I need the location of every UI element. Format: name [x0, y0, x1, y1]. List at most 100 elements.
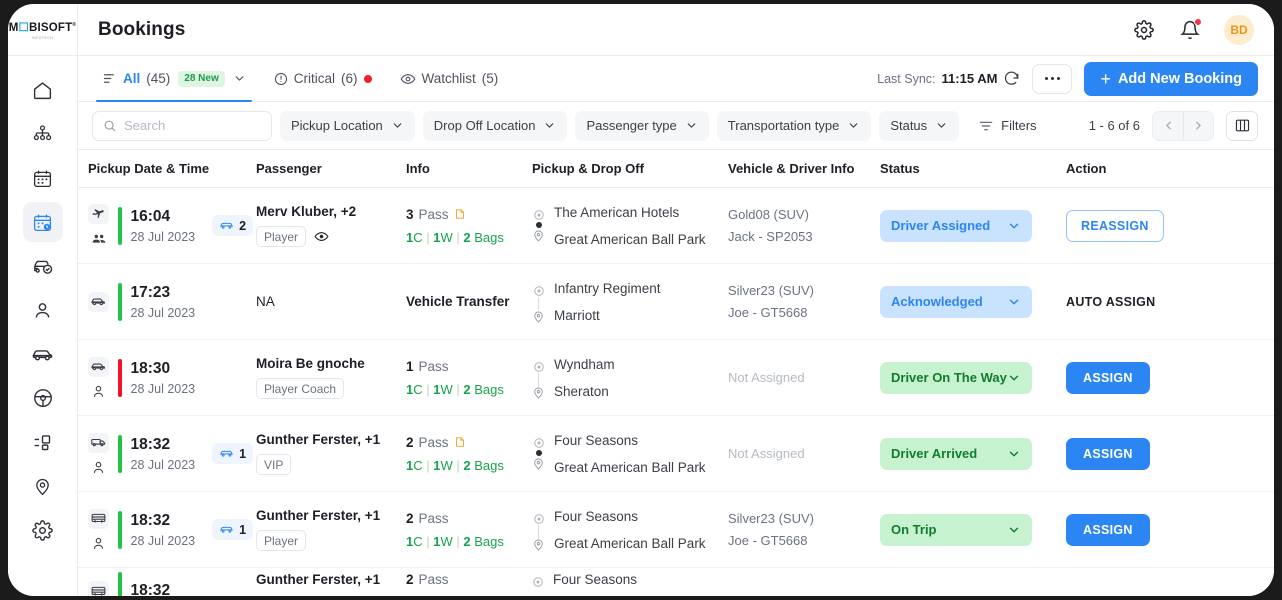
- filter-pickup-location[interactable]: Pickup Location: [280, 110, 415, 141]
- passenger-count: 2 Pass: [406, 511, 532, 526]
- status-dropdown[interactable]: Driver On The Way: [880, 361, 1032, 394]
- refresh-icon[interactable]: [1003, 70, 1020, 87]
- car-icon: [88, 291, 109, 312]
- passenger-count: 2 Pass: [406, 435, 532, 450]
- sidebar-item-reports[interactable]: [23, 422, 63, 462]
- table-row[interactable]: 17:23 28 Jul 2023 NA Vehicle Transfer Infant…: [78, 264, 1274, 340]
- bell-icon[interactable]: [1178, 17, 1202, 42]
- search-box[interactable]: [92, 110, 272, 141]
- tab-critical[interactable]: Critical (6): [260, 56, 386, 101]
- next-page-button[interactable]: [1183, 111, 1213, 140]
- gear-icon[interactable]: [1132, 18, 1156, 42]
- sidebar-item-bookings[interactable]: [22, 202, 63, 242]
- top-actions: BD: [1132, 4, 1274, 55]
- transport-type-icons: [88, 204, 109, 247]
- table-row[interactable]: 18:30 28 Jul 2023 Moira Be gnoche Player Co…: [78, 340, 1274, 416]
- eye-icon[interactable]: [314, 229, 329, 244]
- passenger-type-tag: Player: [256, 530, 307, 551]
- table-row[interactable]: 18:32 Gunther Ferster, +1 2 Pass Four Season…: [78, 568, 1274, 596]
- status-label: On Trip: [891, 522, 937, 537]
- tab-all[interactable]: All (45) 28 New: [88, 56, 260, 102]
- add-new-booking-button[interactable]: + Add New Booking: [1084, 61, 1258, 96]
- filter-status[interactable]: Status: [879, 110, 960, 141]
- sidebar-item-drivers[interactable]: [23, 378, 63, 418]
- filters-button[interactable]: Filters: [967, 111, 1047, 141]
- passenger-name: NA: [256, 294, 275, 309]
- status-dropdown[interactable]: Driver Arrived: [880, 437, 1032, 470]
- van-icon: [88, 432, 109, 453]
- column-header-pickup-dropoff: Pickup & Drop Off: [532, 161, 644, 176]
- table-row[interactable]: 18:32 28 Jul 2023 1 Gunther Ferster, +1 VIP 2…: [78, 416, 1274, 492]
- column-header-status: Status: [880, 161, 920, 176]
- vehicle-name: Silver23 (SUV): [728, 511, 814, 526]
- filter-funnel-icon: [978, 118, 994, 134]
- tabs-right-actions: Last Sync: 11:15 AM + Add New Booking: [877, 61, 1258, 96]
- cell-passenger: Gunther Ferster, +1 Player: [256, 508, 406, 551]
- note-icon[interactable]: [454, 207, 466, 221]
- assign-button[interactable]: ASSIGN: [1066, 437, 1150, 470]
- search-input[interactable]: [124, 118, 261, 133]
- route-markers: [532, 205, 545, 247]
- table-row[interactable]: 18:32 28 Jul 2023 1 Gunther Ferster, +1 Play…: [78, 492, 1274, 568]
- sidebar-item-settings[interactable]: [23, 510, 63, 550]
- passenger-name: Gunther Ferster, +1: [256, 572, 381, 587]
- pickup-location: Four Seasons: [554, 508, 639, 524]
- stop-marker: [535, 449, 542, 456]
- status-dropdown[interactable]: On Trip: [880, 513, 1032, 546]
- top-bar: M☐BISOFT® INFOTECH Bookings BD: [8, 4, 1274, 56]
- column-header-pickup-datetime: Pickup Date & Time: [88, 161, 210, 176]
- luggage-info: 1C | 1W | 2 Bags: [406, 229, 504, 245]
- filter-pickup-location-label: Pickup Location: [291, 118, 383, 133]
- filter-passenger-type[interactable]: Passenger type: [575, 110, 709, 141]
- sidebar-item-home[interactable]: [23, 70, 63, 110]
- route-text: Wyndham Sheraton: [554, 357, 615, 399]
- transport-type-icons: [88, 508, 109, 551]
- dashboard-list-icon: [32, 432, 53, 453]
- pin-start-icon: [533, 285, 545, 297]
- chevron-down-icon[interactable]: [233, 72, 246, 85]
- tab-watchlist[interactable]: Watchlist (5): [386, 56, 513, 101]
- vehicle-not-assigned: Not Assigned: [728, 446, 805, 461]
- sidebar-item-calendar[interactable]: [23, 158, 63, 198]
- luggage-info: 1C | 1W | 2 Bags: [406, 457, 504, 473]
- route-text: Four Seasons: [553, 572, 637, 588]
- note-icon[interactable]: [454, 435, 466, 449]
- assign-button[interactable]: ASSIGN: [1066, 361, 1150, 394]
- org-chart-icon: [32, 124, 53, 145]
- column-settings-button[interactable]: [1226, 110, 1258, 141]
- page-title: Bookings: [98, 18, 186, 40]
- table-row[interactable]: 16:04 28 Jul 2023 2 Merv Kluber, +2 Player 3 P…: [78, 188, 1274, 264]
- avatar[interactable]: BD: [1224, 14, 1254, 45]
- chevron-down-icon: [847, 119, 860, 132]
- filter-transportation-type[interactable]: Transportation type: [716, 110, 872, 141]
- pickup-time: 18:32: [130, 435, 171, 453]
- auto-assign-label[interactable]: AUTO ASSIGN: [1066, 295, 1155, 309]
- status-dropdown[interactable]: Acknowledged: [880, 285, 1032, 318]
- user-icon: [91, 536, 106, 551]
- prev-page-button[interactable]: [1153, 111, 1183, 140]
- pickup-date: 28 Jul 2023: [130, 305, 196, 320]
- dropoff-location: Sheraton: [554, 383, 609, 399]
- sidebar-item-vehicle-check[interactable]: [23, 246, 63, 286]
- cell-passenger: Merv Kluber, +2 Player: [256, 204, 406, 247]
- cell-action: ASSIGN: [1066, 437, 1274, 470]
- sidebar-item-passengers[interactable]: [23, 290, 63, 330]
- status-label: Driver Arrived: [891, 446, 978, 461]
- more-options-button[interactable]: [1032, 63, 1073, 94]
- sidebar-item-locations[interactable]: [23, 466, 63, 506]
- sidebar-item-fleet[interactable]: [23, 334, 63, 374]
- filter-dropoff-location[interactable]: Drop Off Location: [422, 110, 568, 141]
- pin-end-icon: [532, 538, 545, 551]
- brand-logo[interactable]: M☐BISOFT® INFOTECH: [8, 4, 78, 55]
- passenger-type-tag: VIP: [256, 454, 292, 475]
- priority-bar: [118, 206, 122, 245]
- notification-badge: [1194, 17, 1202, 26]
- sidebar-item-organization[interactable]: [23, 114, 63, 154]
- column-header-action: Action: [1066, 161, 1107, 176]
- assign-button[interactable]: ASSIGN: [1066, 513, 1150, 546]
- brand-name: M☐BISOFT®: [8, 21, 77, 34]
- pagination-label: 1 - 6 of 6: [1088, 118, 1140, 133]
- status-dropdown[interactable]: Driver Assigned: [880, 209, 1032, 242]
- reassign-button[interactable]: REASSIGN: [1066, 209, 1164, 242]
- flight-icon: [88, 204, 109, 224]
